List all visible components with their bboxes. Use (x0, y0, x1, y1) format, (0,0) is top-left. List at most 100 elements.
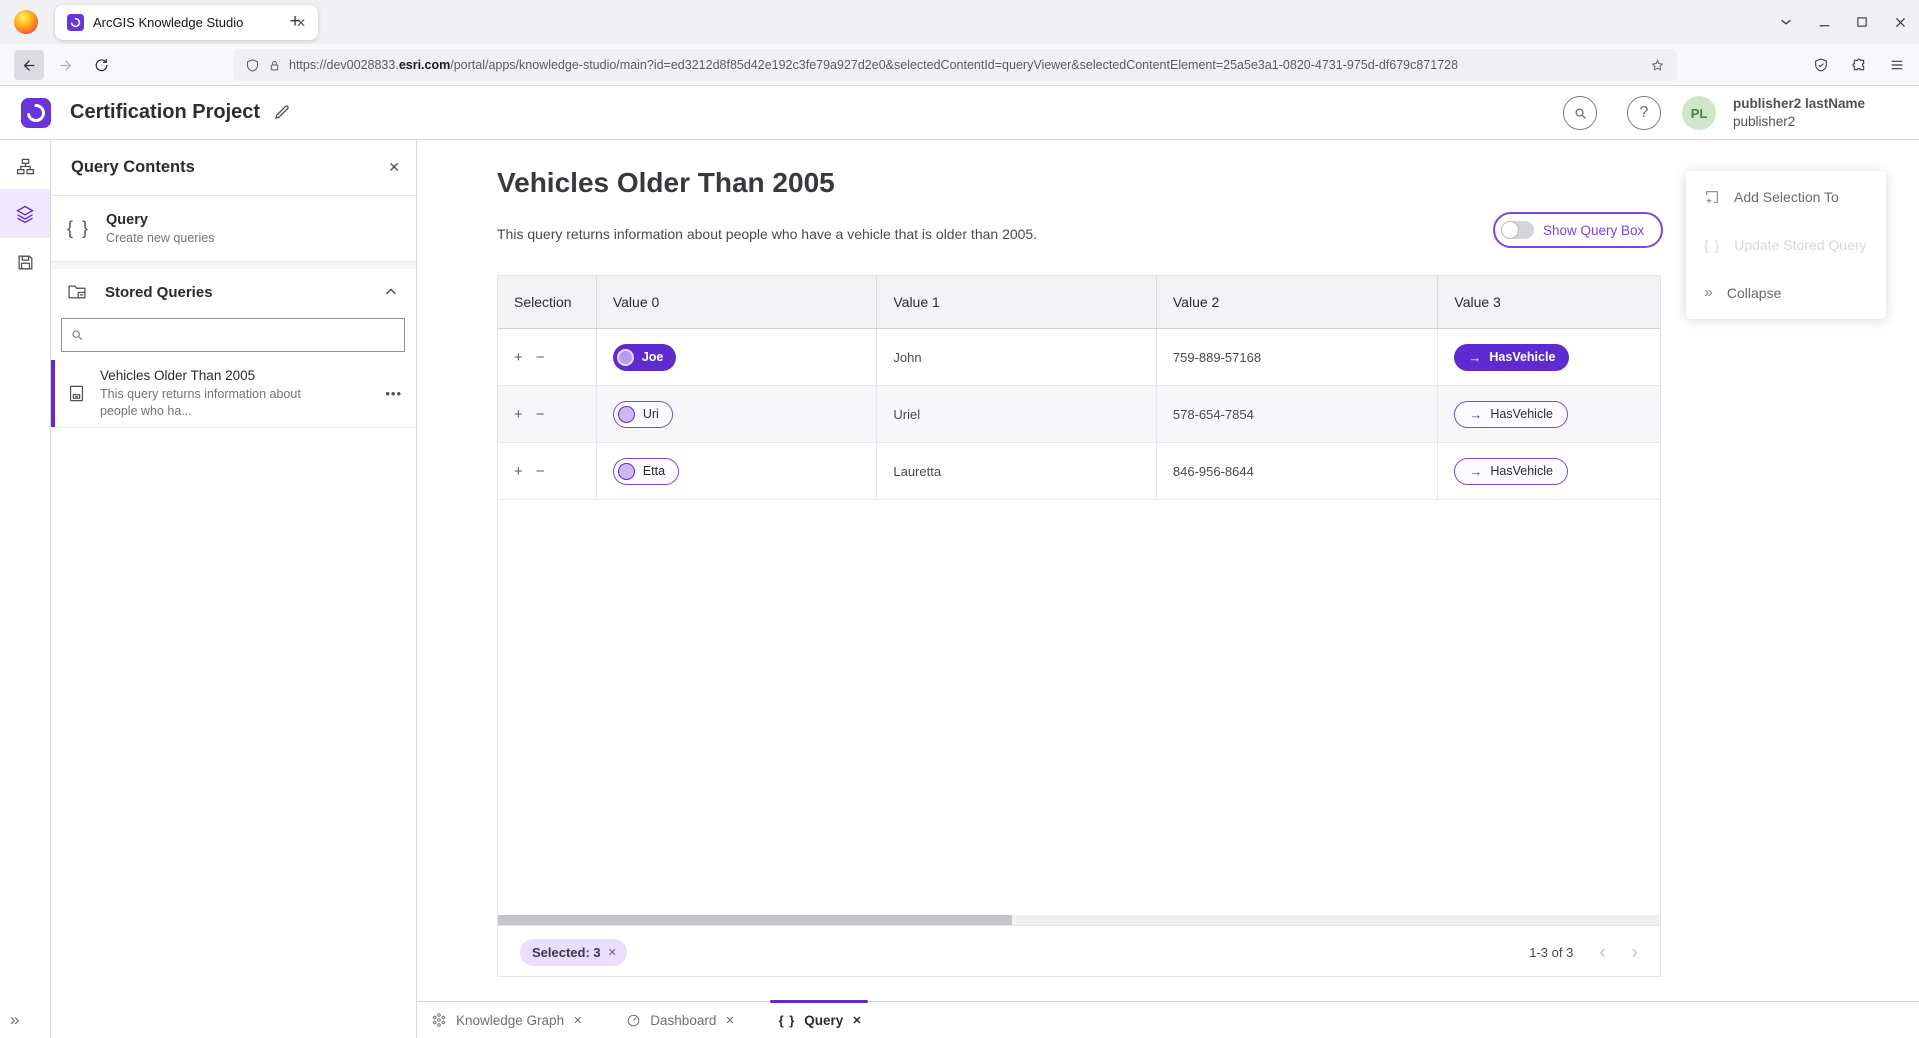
stored-queries-folder-icon (67, 282, 87, 302)
clear-selection-icon[interactable]: ✕ (608, 946, 617, 959)
page-prev-icon[interactable]: ‹ (1599, 943, 1605, 962)
stored-queries-search-input[interactable] (92, 328, 396, 343)
query-result-description: This query returns information about peo… (497, 226, 1037, 242)
toggle-knob (1502, 222, 1518, 238)
tab-knowledge-graph[interactable]: Knowledge Graph ✕ (431, 1012, 582, 1028)
column-header[interactable]: Value 0 (597, 276, 878, 328)
table-row[interactable]: +− Joe John 759-889-57168 →HasVehicle (498, 329, 1660, 386)
toggle-label: Show Query Box (1543, 223, 1644, 238)
table-row[interactable]: +− Etta Lauretta 846-956-8644 →HasVehicl… (498, 443, 1660, 500)
table-footer: Selected: 3 ✕ 1-3 of 3 ‹ › (498, 925, 1660, 978)
relationship-pill[interactable]: →HasVehicle (1454, 344, 1569, 371)
select-plus-icon[interactable]: + (514, 406, 523, 423)
edit-pencil-icon[interactable] (272, 103, 291, 122)
arcgis-knowledge-favicon (67, 14, 84, 31)
select-minus-icon[interactable]: − (536, 406, 545, 423)
selection-context-menu: Add Selection To { } Update Stored Query… (1686, 171, 1886, 319)
section-divider (51, 262, 416, 269)
select-plus-icon[interactable]: + (514, 349, 523, 366)
back-button[interactable] (14, 50, 44, 80)
search-icon (1573, 106, 1588, 121)
save-floppy-icon (16, 253, 35, 272)
relationship-pill[interactable]: →HasVehicle (1454, 458, 1568, 485)
tracking-shield-icon[interactable] (245, 58, 260, 73)
column-header[interactable]: Value 2 (1157, 276, 1439, 328)
scrollbar-thumb[interactable] (498, 915, 1012, 925)
left-rail: » (0, 140, 51, 1038)
menu-item-update-stored-query: { } Update Stored Query (1686, 221, 1886, 269)
tab-close-icon[interactable]: ✕ (852, 1014, 861, 1027)
stored-query-item[interactable]: Vehicles Older Than 2005 This query retu… (51, 360, 416, 428)
tab-title: ArcGIS Knowledge Studio (93, 15, 287, 30)
shield-check-icon[interactable] (1805, 49, 1837, 81)
browser-window: ArcGIS Knowledge Studio ✕ + (0, 0, 1919, 1038)
column-header[interactable]: Selection (498, 276, 597, 328)
tab-dashboard[interactable]: Dashboard ✕ (626, 1013, 734, 1028)
selected-indicator-bar (51, 360, 55, 427)
entity-node-icon (618, 463, 635, 480)
double-chevron-right-icon: » (1704, 284, 1713, 302)
url-text[interactable]: https://dev0028833.esri.com/portal/apps/… (289, 58, 1642, 72)
help-button[interactable]: ? (1627, 96, 1661, 130)
entity-node-icon (617, 349, 634, 366)
item-options-ellipsis-icon[interactable]: ••• (385, 386, 402, 401)
project-title: Certification Project (70, 101, 260, 124)
column-header[interactable]: Value 1 (877, 276, 1157, 328)
menu-hamburger-icon[interactable] (1881, 49, 1913, 81)
entity-pill[interactable]: Etta (613, 458, 679, 485)
new-tab-button[interactable]: + (282, 9, 308, 35)
reload-button[interactable] (86, 50, 116, 80)
braces-icon: { } (1704, 237, 1720, 253)
window-maximize-button[interactable] (1843, 0, 1881, 44)
window-close-button[interactable] (1881, 0, 1919, 44)
bookmark-star-icon[interactable] (1650, 58, 1665, 73)
stored-query-doc-icon (67, 384, 86, 403)
select-plus-icon[interactable]: + (514, 463, 523, 480)
horizontal-scrollbar[interactable] (498, 915, 1660, 925)
toggle-switch[interactable] (1501, 221, 1534, 239)
show-query-box-toggle[interactable]: Show Query Box (1493, 212, 1663, 248)
entity-pill[interactable]: Uri (613, 401, 673, 428)
selected-count-chip[interactable]: Selected: 3 ✕ (520, 939, 627, 966)
list-tabs-chevron-icon[interactable] (1767, 0, 1805, 44)
tab-close-icon[interactable]: ✕ (573, 1014, 582, 1027)
layers-icon (15, 204, 35, 224)
select-minus-icon[interactable]: − (536, 349, 545, 366)
panel-close-icon[interactable]: ✕ (388, 159, 400, 176)
menu-item-collapse[interactable]: » Collapse (1686, 269, 1886, 317)
query-item-title: Query (106, 212, 214, 228)
entity-pill[interactable]: Joe (613, 344, 677, 371)
browser-tab[interactable]: ArcGIS Knowledge Studio ✕ (55, 5, 318, 40)
cell-phone: 846-956-8644 (1157, 443, 1439, 499)
lock-icon[interactable] (268, 59, 281, 72)
query-contents-panel: Query Contents ✕ { } Query Create new qu… (51, 140, 417, 1038)
chevron-up-icon[interactable] (384, 285, 398, 299)
select-minus-icon[interactable]: − (536, 463, 545, 480)
rail-item-save[interactable] (0, 238, 50, 287)
table-row[interactable]: +− Uri Uriel 578-654-7854 →HasVehicle (498, 386, 1660, 443)
page-next-icon[interactable]: › (1632, 943, 1638, 962)
help-icon: ? (1640, 104, 1649, 122)
extensions-puzzle-icon[interactable] (1843, 49, 1875, 81)
window-minimize-button[interactable] (1805, 0, 1843, 44)
panel-title: Query Contents (71, 158, 388, 177)
stored-queries-header[interactable]: Stored Queries (51, 269, 416, 315)
url-bar[interactable]: https://dev0028833.esri.com/portal/apps/… (233, 49, 1677, 81)
expand-rail-icon[interactable]: » (10, 1010, 17, 1030)
rail-item-data-model[interactable] (0, 142, 50, 191)
avatar[interactable]: PL (1682, 96, 1716, 130)
relationship-pill[interactable]: →HasVehicle (1454, 401, 1568, 428)
search-button[interactable] (1563, 96, 1597, 130)
search-icon (70, 328, 84, 342)
tab-close-icon[interactable]: ✕ (725, 1014, 734, 1027)
column-header[interactable]: Value 3 (1438, 276, 1660, 328)
menu-item-add-selection-to[interactable]: Add Selection To (1686, 173, 1886, 221)
rail-item-contents[interactable] (0, 189, 50, 238)
firefox-logo-icon[interactable] (14, 10, 38, 34)
tab-query[interactable]: { } Query ✕ (779, 1013, 862, 1028)
stored-queries-searchbox[interactable] (61, 318, 405, 352)
forward-button[interactable] (50, 50, 80, 80)
new-query-item[interactable]: { } Query Create new queries (51, 196, 416, 262)
user-name[interactable]: publisher2 lastName publisher2 (1733, 95, 1865, 130)
arrow-right-icon: → (1469, 464, 1482, 479)
